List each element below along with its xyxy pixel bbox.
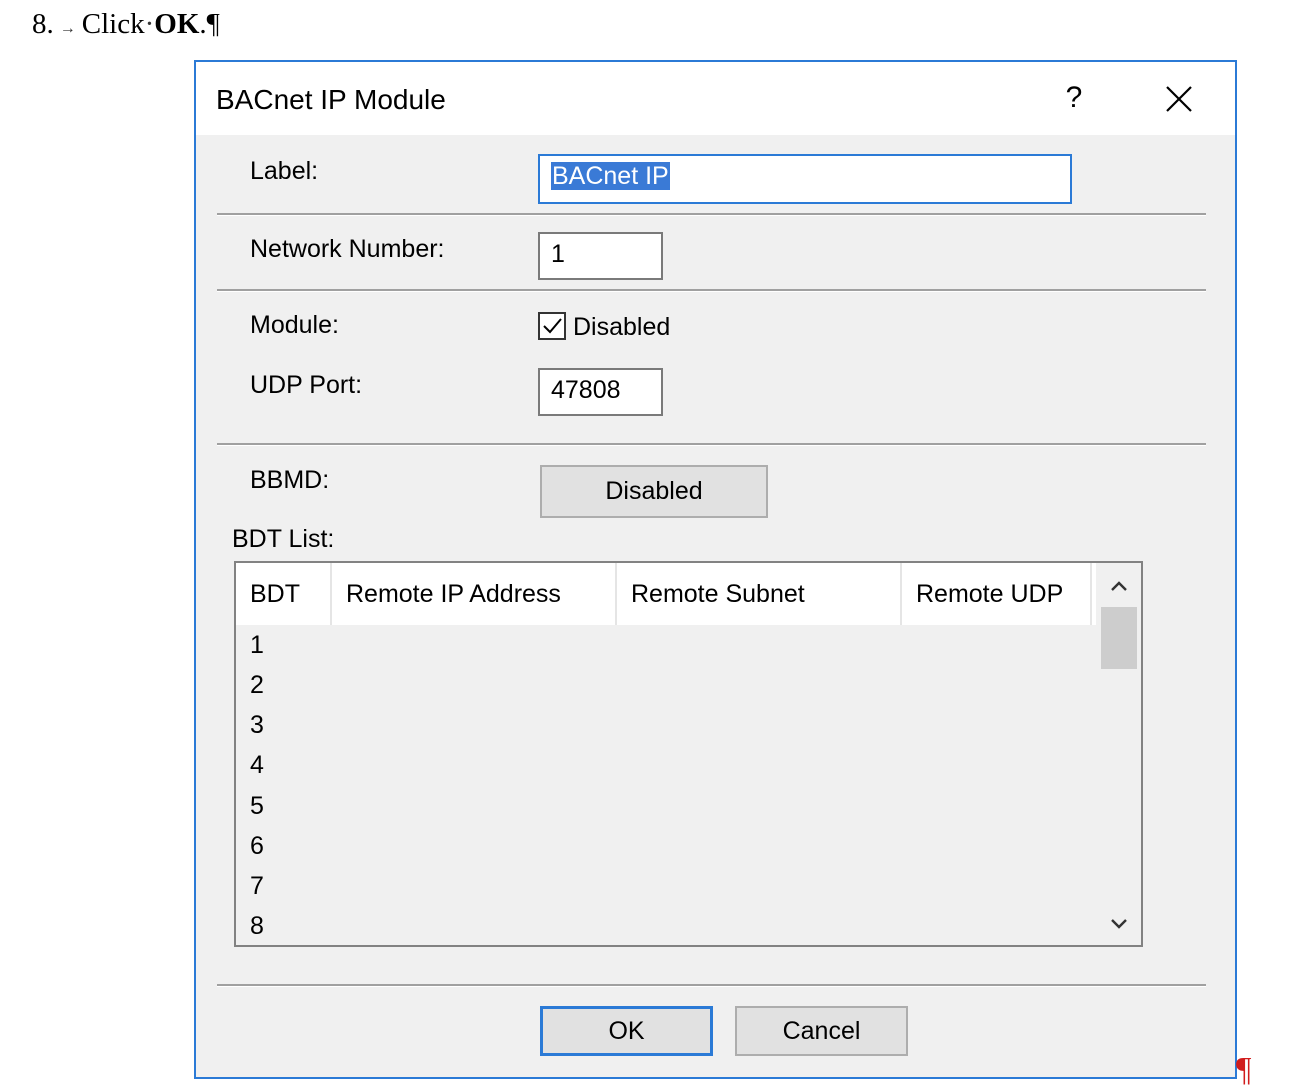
module-disabled-checkbox[interactable]: [538, 312, 566, 340]
column-header-remote-ip[interactable]: Remote IP Address: [332, 563, 617, 625]
checkmark-icon: [543, 318, 562, 334]
udp-port-caption: UDP Port:: [250, 371, 363, 399]
trailing-pilcrow-mark: ¶: [1236, 1051, 1252, 1088]
bdt-row[interactable]: 7: [250, 866, 264, 906]
title-bar[interactable]: BACnet IP Module ?: [196, 62, 1235, 135]
separator: [217, 443, 1206, 446]
ok-word: OK: [154, 8, 200, 40]
udp-port-input[interactable]: 47808: [538, 368, 663, 416]
bdt-list-caption: BDT List:: [232, 525, 335, 553]
bdt-row[interactable]: 6: [250, 826, 264, 866]
close-icon: [1166, 86, 1192, 112]
scroll-thumb[interactable]: [1101, 607, 1137, 669]
bdt-list-header: BDT Remote IP Address Remote Subnet Remo…: [236, 563, 1096, 625]
instruction-step: 8. → Click·OK.¶: [32, 6, 220, 42]
space-dot-mark: ·: [144, 8, 155, 40]
scroll-down-icon[interactable]: [1107, 911, 1131, 935]
bdt-row[interactable]: 5: [250, 786, 264, 826]
column-header-bdt[interactable]: BDT: [236, 563, 332, 625]
bdt-list[interactable]: BDT Remote IP Address Remote Subnet Remo…: [234, 561, 1143, 947]
label-input-value: BACnet IP: [551, 162, 670, 190]
click-word: Click: [81, 8, 145, 40]
label-caption: Label:: [250, 157, 319, 185]
bdt-row[interactable]: 2: [250, 665, 264, 705]
dialog-title: BACnet IP Module: [216, 84, 446, 115]
paragraph-end: .¶: [199, 8, 220, 40]
bdt-row[interactable]: 8: [250, 906, 264, 946]
separator: [217, 213, 1206, 216]
vertical-scrollbar[interactable]: [1097, 563, 1141, 945]
scroll-up-icon[interactable]: [1107, 575, 1131, 599]
help-button[interactable]: ?: [1054, 76, 1094, 120]
separator: [217, 289, 1206, 292]
separator: [217, 984, 1206, 987]
column-header-remote-udp[interactable]: Remote UDP: [902, 563, 1092, 625]
network-number-caption: Network Number:: [250, 235, 445, 263]
bacnet-ip-module-dialog: BACnet IP Module ? Label: BACnet IP Netw…: [194, 60, 1237, 1079]
network-number-input[interactable]: 1: [538, 232, 663, 280]
bbmd-caption: BBMD:: [250, 466, 330, 494]
ok-button[interactable]: OK: [540, 1006, 713, 1056]
tab-arrow-mark: →: [59, 20, 76, 37]
module-disabled-label[interactable]: Disabled: [573, 312, 670, 342]
step-number: 8.: [32, 8, 54, 40]
cancel-button[interactable]: Cancel: [735, 1006, 908, 1056]
bdt-row[interactable]: 4: [250, 745, 264, 785]
module-caption: Module:: [250, 311, 339, 339]
bdt-row[interactable]: 1: [250, 625, 264, 665]
label-input[interactable]: BACnet IP: [538, 154, 1072, 204]
bdt-row[interactable]: 3: [250, 705, 264, 745]
column-header-remote-subnet[interactable]: Remote Subnet: [617, 563, 902, 625]
bbmd-disabled-button[interactable]: Disabled: [540, 465, 768, 518]
close-button[interactable]: [1154, 74, 1204, 124]
